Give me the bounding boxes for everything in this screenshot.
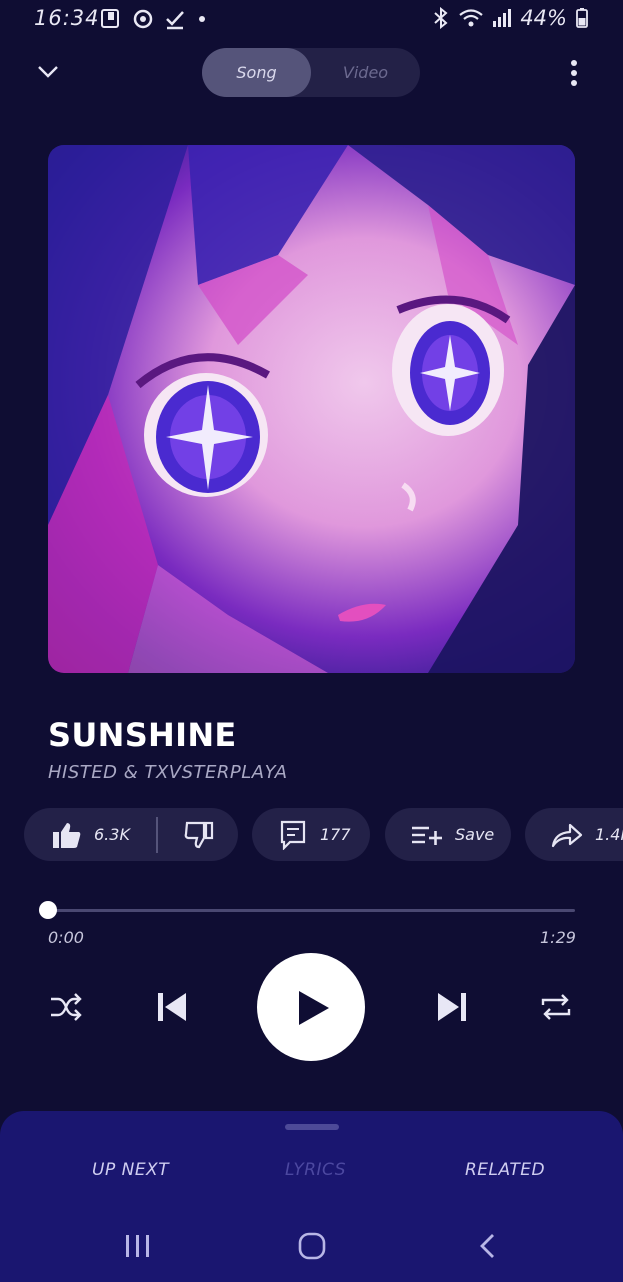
status-right-icons: 44% xyxy=(432,6,589,30)
sim-icon xyxy=(101,9,119,28)
signal-icon xyxy=(493,9,512,27)
pill-divider xyxy=(155,816,158,853)
save-button[interactable]: Save xyxy=(385,808,511,861)
check-icon xyxy=(166,11,184,30)
share-icon xyxy=(551,823,583,847)
play-button[interactable] xyxy=(257,953,365,1061)
share-button[interactable]: 1.4K xyxy=(525,808,623,861)
artwork-illustration xyxy=(48,145,575,673)
like-dislike-pill: 6.3K xyxy=(24,808,238,861)
status-left-icons xyxy=(100,8,208,30)
bluetooth-icon xyxy=(434,7,448,29)
toggle-video[interactable]: Video xyxy=(311,48,420,97)
thumbs-up-icon xyxy=(53,822,81,848)
back-icon[interactable] xyxy=(476,1232,498,1260)
battery-icon xyxy=(576,8,588,28)
song-video-toggle[interactable]: Song Video xyxy=(202,48,420,97)
chevron-down-icon[interactable] xyxy=(36,60,60,84)
song-title: SUNSHINE xyxy=(48,716,237,754)
wifi-icon xyxy=(459,9,484,27)
artist-name[interactable]: HISTED & TXVSTERPLAYA xyxy=(48,762,288,783)
previous-icon[interactable] xyxy=(156,991,188,1023)
playlist-add-icon xyxy=(412,826,442,845)
comments-button[interactable]: 177 xyxy=(252,808,370,861)
tab-related[interactable]: RELATED xyxy=(465,1160,545,1180)
dot-icon xyxy=(199,16,205,22)
dislike-button[interactable] xyxy=(184,821,214,849)
sheet-drag-handle[interactable] xyxy=(285,1124,339,1130)
duration: 1:29 xyxy=(540,928,576,947)
play-icon xyxy=(299,991,329,1025)
more-options-icon[interactable] xyxy=(566,58,582,88)
comment-icon xyxy=(280,820,306,850)
thumbs-down-icon xyxy=(184,821,214,848)
like-button[interactable]: 6.3K xyxy=(52,821,130,849)
next-icon[interactable] xyxy=(436,991,468,1023)
save-label: Save xyxy=(455,825,495,844)
like-count: 6.3K xyxy=(94,825,130,844)
share-count: 1.4K xyxy=(595,825,623,844)
toggle-song[interactable]: Song xyxy=(202,48,311,97)
progress-knob[interactable] xyxy=(39,901,57,919)
shuffle-icon[interactable] xyxy=(49,991,83,1023)
album-artwork xyxy=(48,145,575,673)
media-icon xyxy=(133,9,153,29)
status-time: 16:34 xyxy=(34,6,100,30)
status-bar: 16:34 44% xyxy=(0,0,623,36)
home-icon[interactable] xyxy=(297,1231,327,1261)
repeat-icon[interactable] xyxy=(539,991,573,1023)
tab-lyrics[interactable]: LYRICS xyxy=(285,1160,346,1180)
comment-count: 177 xyxy=(320,825,351,844)
recent-apps-icon[interactable] xyxy=(124,1233,152,1259)
tab-up-next[interactable]: UP NEXT xyxy=(92,1160,169,1180)
current-time: 0:00 xyxy=(48,928,84,947)
progress-track[interactable] xyxy=(48,909,575,912)
battery-percent: 44% xyxy=(520,6,567,30)
